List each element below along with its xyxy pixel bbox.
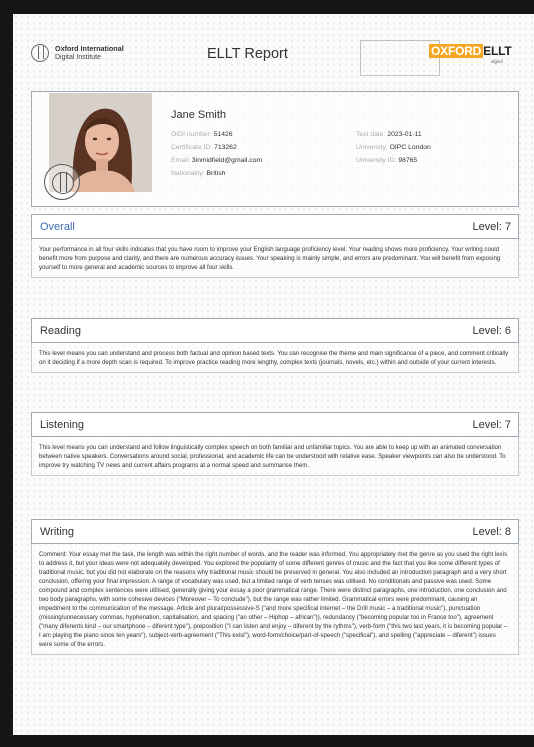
section-header: Writing Level: 8 xyxy=(31,519,519,544)
section-level: Level: 7 xyxy=(472,221,511,233)
university-field: University: OIPC London xyxy=(356,144,431,151)
section-listening: Listening Level: 7 This level means you … xyxy=(31,412,519,476)
oidi-number-field: OIDI number: 51426 xyxy=(171,131,233,138)
section-body: This level means you can understand and … xyxy=(31,437,519,476)
test-date-field: Test date: 2023-01-11 xyxy=(356,131,422,138)
oidi-logo: Oxford International Digital Institute xyxy=(31,44,124,62)
report-header: Oxford International Digital Institute E… xyxy=(13,14,534,90)
institute-sub: Digital Institute xyxy=(55,53,101,61)
logo-oxford-text: OXFORD xyxy=(429,44,484,58)
section-header: Listening Level: 7 xyxy=(31,412,519,437)
section-overall: Overall Level: 7 Your performance in all… xyxy=(31,214,519,278)
email-field: Email: 3inmidfield@gmail.com xyxy=(171,157,263,164)
screen-frame-bottom xyxy=(0,735,534,747)
section-title: Listening xyxy=(40,419,85,431)
section-title: Overall xyxy=(40,221,75,233)
university-value: OIPC London xyxy=(389,144,431,151)
oxford-ellt-logo: OXFORD ELLT xyxy=(429,44,512,58)
certificate-value: 713262 xyxy=(214,144,237,151)
candidate-profile-card: Jane Smith OIDI number: 51426 Certificat… xyxy=(31,91,519,207)
report-title: ELLT Report xyxy=(207,46,288,62)
email-value: 3inmidfield@gmail.com xyxy=(191,157,263,164)
section-level: Level: 6 xyxy=(472,325,511,337)
section-body: This level means you can understand and … xyxy=(31,343,519,373)
section-body: Comment: Your essay met the task, the le… xyxy=(31,544,519,655)
section-title: Writing xyxy=(40,526,75,538)
certificate-field: Certificate ID: 713262 xyxy=(171,144,237,151)
section-level: Level: 7 xyxy=(472,419,511,431)
stamp-line xyxy=(360,75,440,76)
oidi-number-value: 51426 xyxy=(213,131,233,138)
section-writing: Writing Level: 8 Comment: Your essay met… xyxy=(31,519,519,655)
institute-seal-icon xyxy=(44,164,80,200)
section-header: Reading Level: 6 xyxy=(31,318,519,343)
logo-sub-text: digital xyxy=(491,59,503,64)
screen-frame-left xyxy=(0,0,14,747)
university-id-field: University ID: 98765 xyxy=(356,157,418,164)
institute-name: Oxford International xyxy=(55,43,124,53)
section-body: Your performance in all four skills indi… xyxy=(31,239,519,278)
oidi-logo-icon xyxy=(31,44,49,62)
section-reading: Reading Level: 6 This level means you ca… xyxy=(31,318,519,373)
logo-ellt-text: ELLT xyxy=(483,44,512,58)
nationality-value: British xyxy=(206,170,226,177)
stamp-box xyxy=(360,40,440,76)
section-header: Overall Level: 7 xyxy=(31,214,519,239)
candidate-name: Jane Smith xyxy=(171,109,227,121)
screen-frame-top xyxy=(0,0,534,14)
section-level: Level: 8 xyxy=(472,526,511,538)
university-id-value: 98765 xyxy=(398,157,418,164)
nationality-field: Nationality: British xyxy=(171,170,226,177)
section-title: Reading xyxy=(40,325,81,337)
report-page: Oxford International Digital Institute E… xyxy=(13,14,534,735)
test-date-value: 2023-01-11 xyxy=(387,131,422,138)
